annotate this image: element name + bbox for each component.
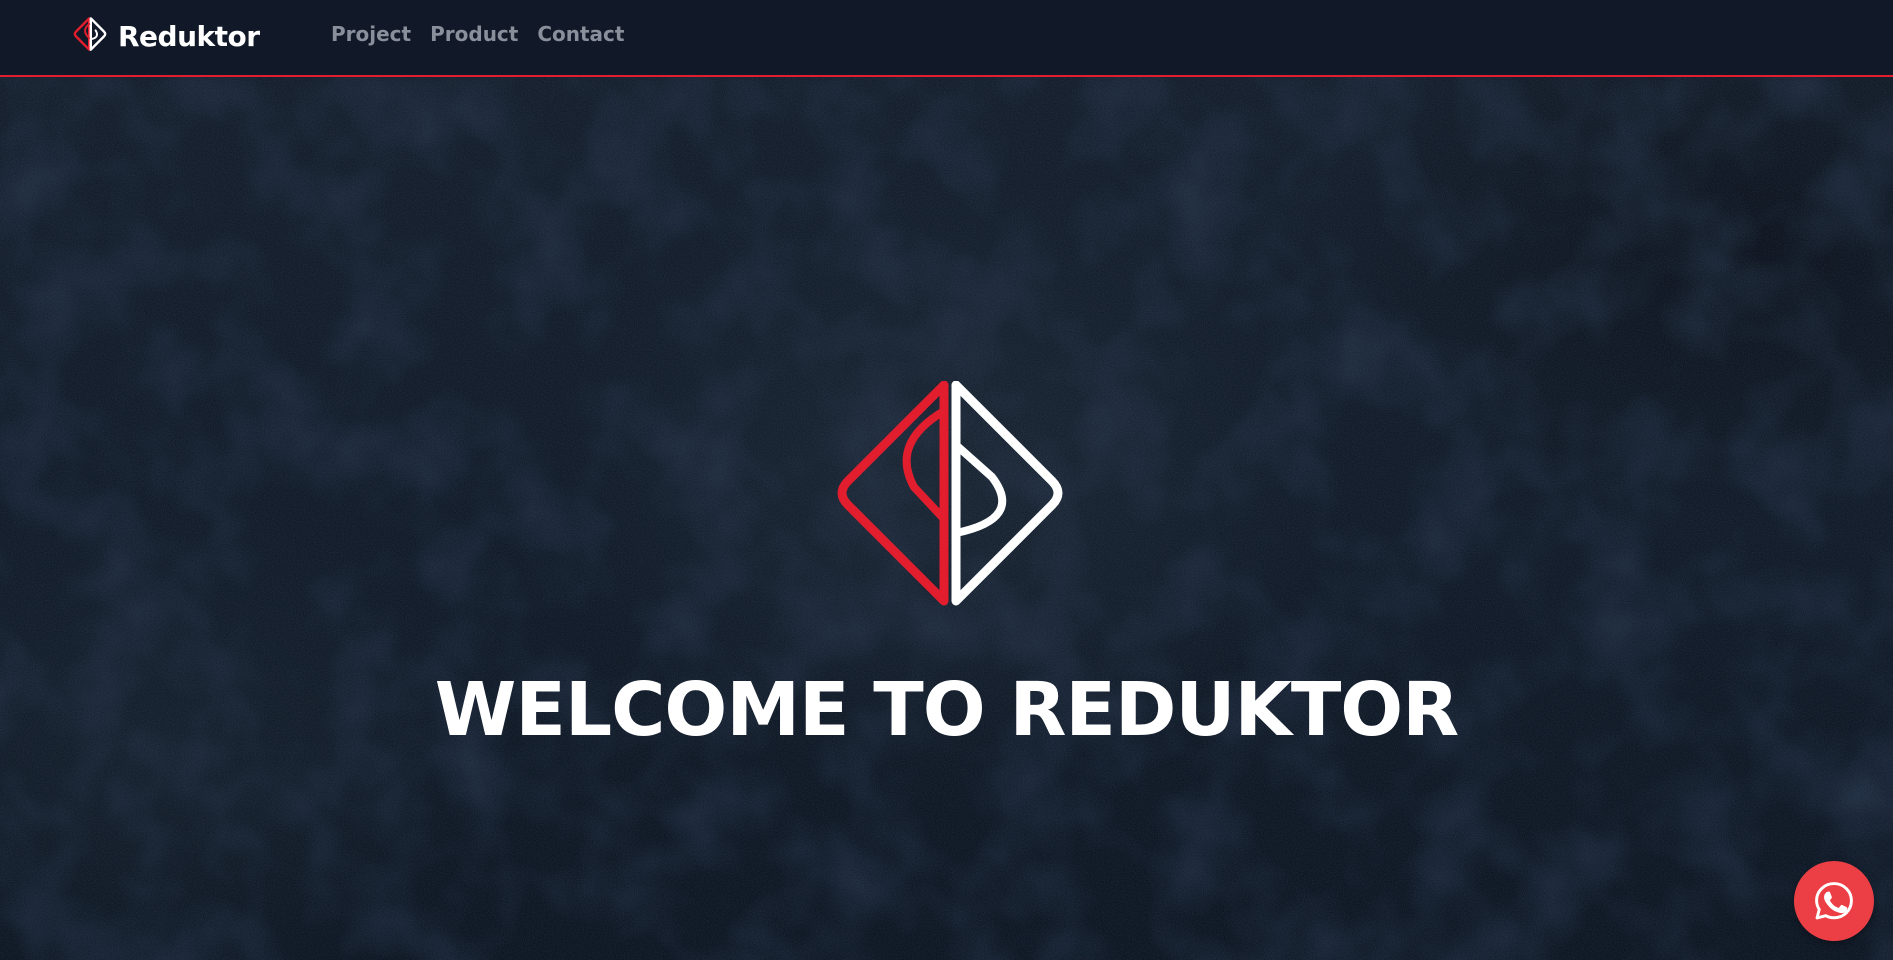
- hero-title: WELCOME TO REDUKTOR: [434, 667, 1459, 753]
- reduktor-logo-icon: [73, 17, 107, 51]
- hero-section: WELCOME TO REDUKTOR: [0, 77, 1893, 960]
- navbar: Reduktor Project Product Contact: [0, 0, 1893, 77]
- whatsapp-icon: [1815, 882, 1853, 920]
- brand-name: Reduktor: [118, 19, 260, 53]
- nav-contact-link[interactable]: Contact: [537, 22, 624, 46]
- nav-project-link[interactable]: Project: [331, 22, 411, 46]
- reduktor-hero-logo-icon: [837, 381, 1063, 606]
- nav-product-link[interactable]: Product: [430, 22, 518, 46]
- whatsapp-chat-button[interactable]: [1794, 861, 1874, 941]
- main-nav: Project Product Contact: [331, 22, 624, 46]
- brand-home-link[interactable]: Reduktor: [70, 14, 260, 58]
